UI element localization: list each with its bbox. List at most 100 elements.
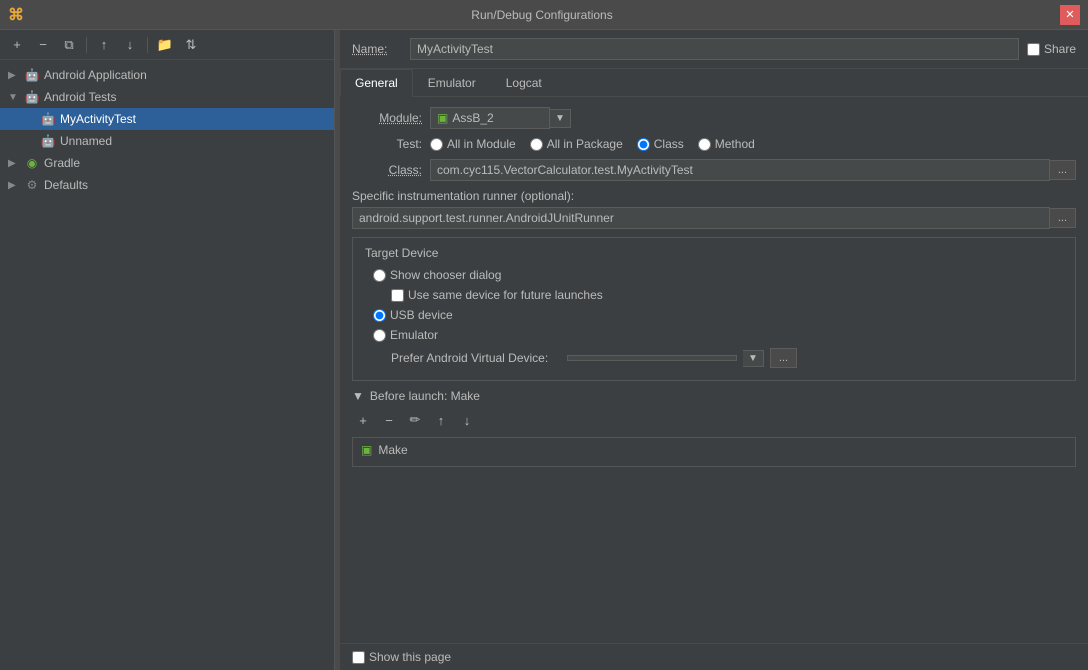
before-launch-section: ▼ Before launch: Make + − ✏ ↑ ↓ ▣ Make [352,389,1076,467]
tab-general-content: Module: ▣ AssB_2 ▼ Test: All in Module [340,97,1088,643]
class-browse-btn[interactable]: ... [1050,160,1076,180]
usb-device-label[interactable]: USB device [373,308,453,322]
tree-label-android-app: Android Application [44,68,147,82]
show-page-checkbox[interactable] [352,651,365,664]
instrumentation-input-browse: ... [352,207,1076,229]
radio-class[interactable]: Class [637,137,684,151]
app-logo: ⌘ [8,5,24,25]
tree-label-unnamed: Unnamed [60,134,112,148]
share-checkbox[interactable] [1027,43,1040,56]
tree-item-defaults[interactable]: ▶ ⚙ Defaults [0,174,334,196]
tab-general[interactable]: General [340,69,413,97]
same-device-label[interactable]: Use same device for future launches [391,288,603,302]
radio-all-in-module-label: All in Module [447,137,516,151]
share-label: Share [1044,42,1076,56]
tab-emulator[interactable]: Emulator [413,69,491,96]
test-row: Test: All in Module All in Package Class [352,137,1076,151]
instrumentation-row: ... [352,207,1076,229]
copy-config-button[interactable]: ⧉ [58,34,80,56]
avd-dropdown-btn[interactable]: ▼ [743,350,764,367]
tree-item-gradle[interactable]: ▶ ◉ Gradle [0,152,334,174]
module-dropdown-btn[interactable]: ▼ [550,109,571,128]
unnamed-icon: 🤖 [40,133,56,149]
tree-item-unnamed[interactable]: 🤖 Unnamed [0,130,334,152]
bl-item-make-icon: ▣ [361,443,372,457]
before-launch-toolbar: + − ✏ ↑ ↓ [352,409,1076,431]
tree-label-android-tests: Android Tests [44,90,117,104]
tree-item-android-tests[interactable]: ▼ 🤖 Android Tests [0,86,334,108]
module-icon: ▣ [437,111,448,125]
bl-edit-btn[interactable]: ✏ [404,409,426,431]
folder-button[interactable]: 📁 [154,34,176,56]
tree-item-android-app[interactable]: ▶ 🤖 Android Application [0,64,334,86]
config-tree: ▶ 🤖 Android Application ▼ 🤖 Android Test… [0,60,334,670]
tree-label-my-activity-test: MyActivityTest [60,112,136,126]
radio-class-input[interactable] [637,138,650,151]
same-device-checkbox[interactable] [391,289,404,302]
show-chooser-text: Show chooser dialog [390,268,501,282]
radio-class-label: Class [654,137,684,151]
class-input[interactable] [430,159,1050,181]
module-row: Module: ▣ AssB_2 ▼ [352,107,1076,129]
bl-down-btn[interactable]: ↓ [456,409,478,431]
toolbar-separator-2 [147,37,148,53]
left-toolbar: + − ⧉ ↑ ↓ 📁 ⇅ [0,30,334,60]
sort-button[interactable]: ⇅ [180,34,202,56]
before-launch-list: ▣ Make [352,437,1076,467]
arrow-defaults: ▶ [8,180,20,191]
radio-method[interactable]: Method [698,137,755,151]
bl-remove-btn[interactable]: − [378,409,400,431]
bottom-bar: Show this page [340,643,1088,670]
radio-method-label: Method [715,137,755,151]
avd-browse-btn[interactable]: ... [770,348,797,368]
tree-label-defaults: Defaults [44,178,88,192]
bl-add-btn[interactable]: + [352,409,374,431]
tab-logcat[interactable]: Logcat [491,69,557,96]
show-page-text: Show this page [369,650,451,664]
show-chooser-radio[interactable] [373,269,386,282]
defaults-icon: ⚙ [24,177,40,193]
module-select[interactable]: ▣ AssB_2 [430,107,550,129]
module-label: Module: [352,111,422,125]
radio-all-in-module[interactable]: All in Module [430,137,516,151]
arrow-android-tests: ▼ [8,92,20,103]
close-button[interactable]: ✕ [1060,5,1080,25]
move-up-button[interactable]: ↑ [93,34,115,56]
move-down-button[interactable]: ↓ [119,34,141,56]
emulator-device-row: Emulator [365,328,1063,342]
add-config-button[interactable]: + [6,34,28,56]
emulator-device-radio[interactable] [373,329,386,342]
remove-config-button[interactable]: − [32,34,54,56]
toolbar-separator-1 [86,37,87,53]
show-chooser-label[interactable]: Show chooser dialog [373,268,501,282]
instrumentation-browse-btn[interactable]: ... [1050,208,1076,228]
before-launch-arrow: ▼ [352,389,364,403]
module-select-wrap: ▣ AssB_2 ▼ [430,107,571,129]
test-radio-group: All in Module All in Package Class Metho… [430,137,1076,151]
before-launch-header[interactable]: ▼ Before launch: Make [352,389,1076,403]
same-device-row: Use same device for future launches [365,288,1063,302]
radio-all-in-package-input[interactable] [530,138,543,151]
tabs-bar: General Emulator Logcat [340,69,1088,97]
tree-label-gradle: Gradle [44,156,80,170]
emulator-device-label[interactable]: Emulator [373,328,438,342]
radio-method-input[interactable] [698,138,711,151]
bl-up-btn[interactable]: ↑ [430,409,452,431]
class-label: Class: [352,163,422,177]
radio-all-in-package-label: All in Package [547,137,623,151]
arrow-android-app: ▶ [8,70,20,81]
bl-item-make: ▣ Make [353,438,1075,462]
name-input[interactable] [410,38,1019,60]
show-page-label[interactable]: Show this page [352,650,451,664]
my-activity-test-icon: 🤖 [40,111,56,127]
left-panel: + − ⧉ ↑ ↓ 📁 ⇅ ▶ 🤖 Android Application ▼ … [0,30,335,670]
radio-all-in-package[interactable]: All in Package [530,137,623,151]
same-device-text: Use same device for future launches [408,288,603,302]
show-chooser-row: Show chooser dialog [365,268,1063,282]
avd-select[interactable] [567,355,737,361]
target-device-title: Target Device [365,246,1063,260]
radio-all-in-module-input[interactable] [430,138,443,151]
instrumentation-input[interactable] [352,207,1050,229]
usb-device-radio[interactable] [373,309,386,322]
tree-item-my-activity-test[interactable]: 🤖 MyActivityTest [0,108,334,130]
